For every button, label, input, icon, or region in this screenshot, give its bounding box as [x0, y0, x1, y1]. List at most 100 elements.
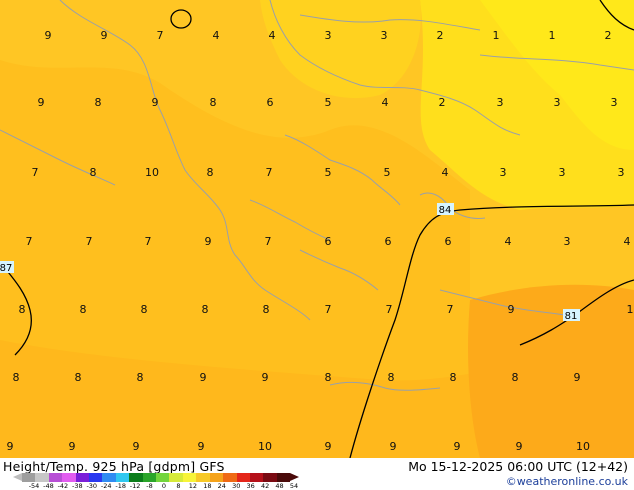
temperature-value-label: 8	[202, 303, 209, 316]
temperature-value-label: 7	[32, 166, 39, 179]
temperature-value-label: 8	[512, 371, 519, 384]
temperature-value-label: 7	[26, 235, 33, 248]
color-scale-swatch	[276, 473, 291, 482]
color-scale-swatch	[48, 473, 63, 482]
color-scale-swatch	[35, 473, 49, 482]
map-footer: Height/Temp. 925 hPa [gdpm] GFS Mo 15-12…	[0, 458, 634, 490]
color-scale-swatch	[142, 473, 157, 482]
temperature-value-label: 4	[269, 29, 276, 42]
color-scale-tick-label: -54	[28, 482, 40, 490]
color-scale-tick-label: -42	[57, 482, 69, 490]
color-scale-bar	[22, 473, 291, 482]
color-scale-tick-label: 18	[203, 482, 212, 490]
color-scale-tick-label: -8	[146, 482, 153, 490]
contour-label-81: 81	[565, 311, 578, 322]
temperature-value-label: 9	[390, 440, 397, 453]
temperature-value-label: 4	[213, 29, 220, 42]
color-scale-swatch	[196, 473, 210, 482]
temperature-value-label: 3	[325, 29, 332, 42]
temperature-value-label: 1	[549, 29, 556, 42]
temperature-value-label: 8	[263, 303, 270, 316]
temperature-value-label: 9	[133, 440, 140, 453]
color-scale-tick-label: -24	[100, 482, 112, 490]
temperature-value-label: 9	[152, 96, 159, 109]
color-scale-swatch	[115, 473, 130, 482]
temperature-value-label: 9	[205, 235, 212, 248]
temperature-value-label: 5	[325, 166, 332, 179]
temperature-value-label: 8	[388, 371, 395, 384]
map-title: Height/Temp. 925 hPa [gdpm] GFS	[3, 459, 225, 474]
temperature-value-label: 4	[505, 235, 512, 248]
temperature-value-label: 4	[382, 96, 389, 109]
temperature-value-label: 2	[605, 29, 612, 42]
temperature-value-label: 9	[45, 29, 52, 42]
forecast-datetime: Mo 15-12-2025 06:00 UTC (12+42)	[408, 459, 628, 474]
colorbar-right-arrow-icon	[290, 473, 299, 481]
temperature-value-label: 10	[258, 440, 272, 453]
color-scale-swatch	[22, 473, 36, 482]
temperature-value-label: 5	[325, 96, 332, 109]
temperature-value-label: 6	[325, 235, 332, 248]
color-scale-tick-label: -12	[129, 482, 141, 490]
color-scale-swatch	[129, 473, 143, 482]
temperature-value-label: 8	[13, 371, 20, 384]
color-scale-tick-label: -38	[72, 482, 83, 490]
temperature-value-label: 4	[624, 235, 631, 248]
color-scale-tick-label: 30	[232, 482, 241, 490]
temperature-value-label: 8	[141, 303, 148, 316]
color-scale-tick-label: -18	[115, 482, 126, 490]
temperature-value-label: 8	[207, 166, 214, 179]
temperature-value-label: 10	[576, 440, 590, 453]
temperature-value-label: 2	[437, 29, 444, 42]
colorbar-left-arrow-icon	[13, 473, 22, 481]
temperature-value-label: 9	[325, 440, 332, 453]
color-scale-swatch	[263, 473, 277, 482]
map-canvas: 84 87 81 9 9 7 4 4 3 3 2 1 1 29 8 9 8 6 5 4 2 3 3 37 8 10 8 7 5 5 4…	[0, 0, 634, 458]
color-scale-swatch	[89, 473, 103, 482]
temperature-value-label: 5	[384, 166, 391, 179]
temperature-value-label: 1	[493, 29, 500, 42]
temperature-value-label: 6	[385, 235, 392, 248]
temperature-value-label: 3	[559, 166, 566, 179]
temperature-value-label: 8	[19, 303, 26, 316]
color-scale-swatch	[223, 473, 237, 482]
temperature-value-label: 3	[564, 235, 571, 248]
color-scale-tick-label: -30	[86, 482, 98, 490]
color-scale-swatch	[156, 473, 170, 482]
temperature-value-label: 3	[497, 96, 504, 109]
color-scale-tick-label: 12	[188, 482, 198, 490]
temperature-value-label: 6	[445, 235, 452, 248]
site-credit-link[interactable]: ©weatheronline.co.uk	[506, 475, 628, 488]
temperature-value-label: 3	[500, 166, 507, 179]
color-scale-tick-label: -48	[43, 482, 54, 490]
temperature-value-label: 2	[439, 96, 446, 109]
temperature-value-label: 8	[137, 371, 144, 384]
color-scale-tick-label: 42	[260, 482, 270, 490]
temperature-value-label: 7	[86, 235, 93, 248]
color-scale-labels: -54 -48 -42 -38 -30 -24 -18 -12 -8 0 8 12 18 24 30 36 42…	[20, 482, 300, 490]
color-scale-swatch	[75, 473, 90, 482]
temperature-value-label: 7	[145, 235, 152, 248]
color-scale-swatch	[249, 473, 264, 482]
color-scale-tick-label: 0	[161, 482, 167, 490]
color-scale-tick-label: 48	[275, 482, 284, 490]
color-scale-tick-label: 54	[289, 482, 299, 490]
temperature-value-label: 8	[95, 96, 102, 109]
temperature-value-label: 8	[80, 303, 87, 316]
temperature-value-label: 9	[454, 440, 461, 453]
temperature-value-label: 3	[618, 166, 625, 179]
temperature-value-label: 8	[90, 166, 97, 179]
temperature-value-label: 9	[516, 440, 523, 453]
color-scale-swatch	[236, 473, 250, 482]
temperature-value-label: 7	[265, 235, 272, 248]
temperature-value-label: 9	[38, 96, 45, 109]
temperature-value-label: 8	[75, 371, 82, 384]
temperature-value-label: 9	[508, 303, 515, 316]
contour-label-87: 87	[0, 263, 12, 274]
contour-label-84: 84	[439, 205, 452, 216]
temperature-value-label: 9	[262, 371, 269, 384]
color-scale-swatch	[209, 473, 224, 482]
color-scale-tick-label: 24	[217, 482, 226, 490]
temperature-value-label: 8	[325, 371, 332, 384]
temperature-value-label: 1	[627, 303, 634, 316]
